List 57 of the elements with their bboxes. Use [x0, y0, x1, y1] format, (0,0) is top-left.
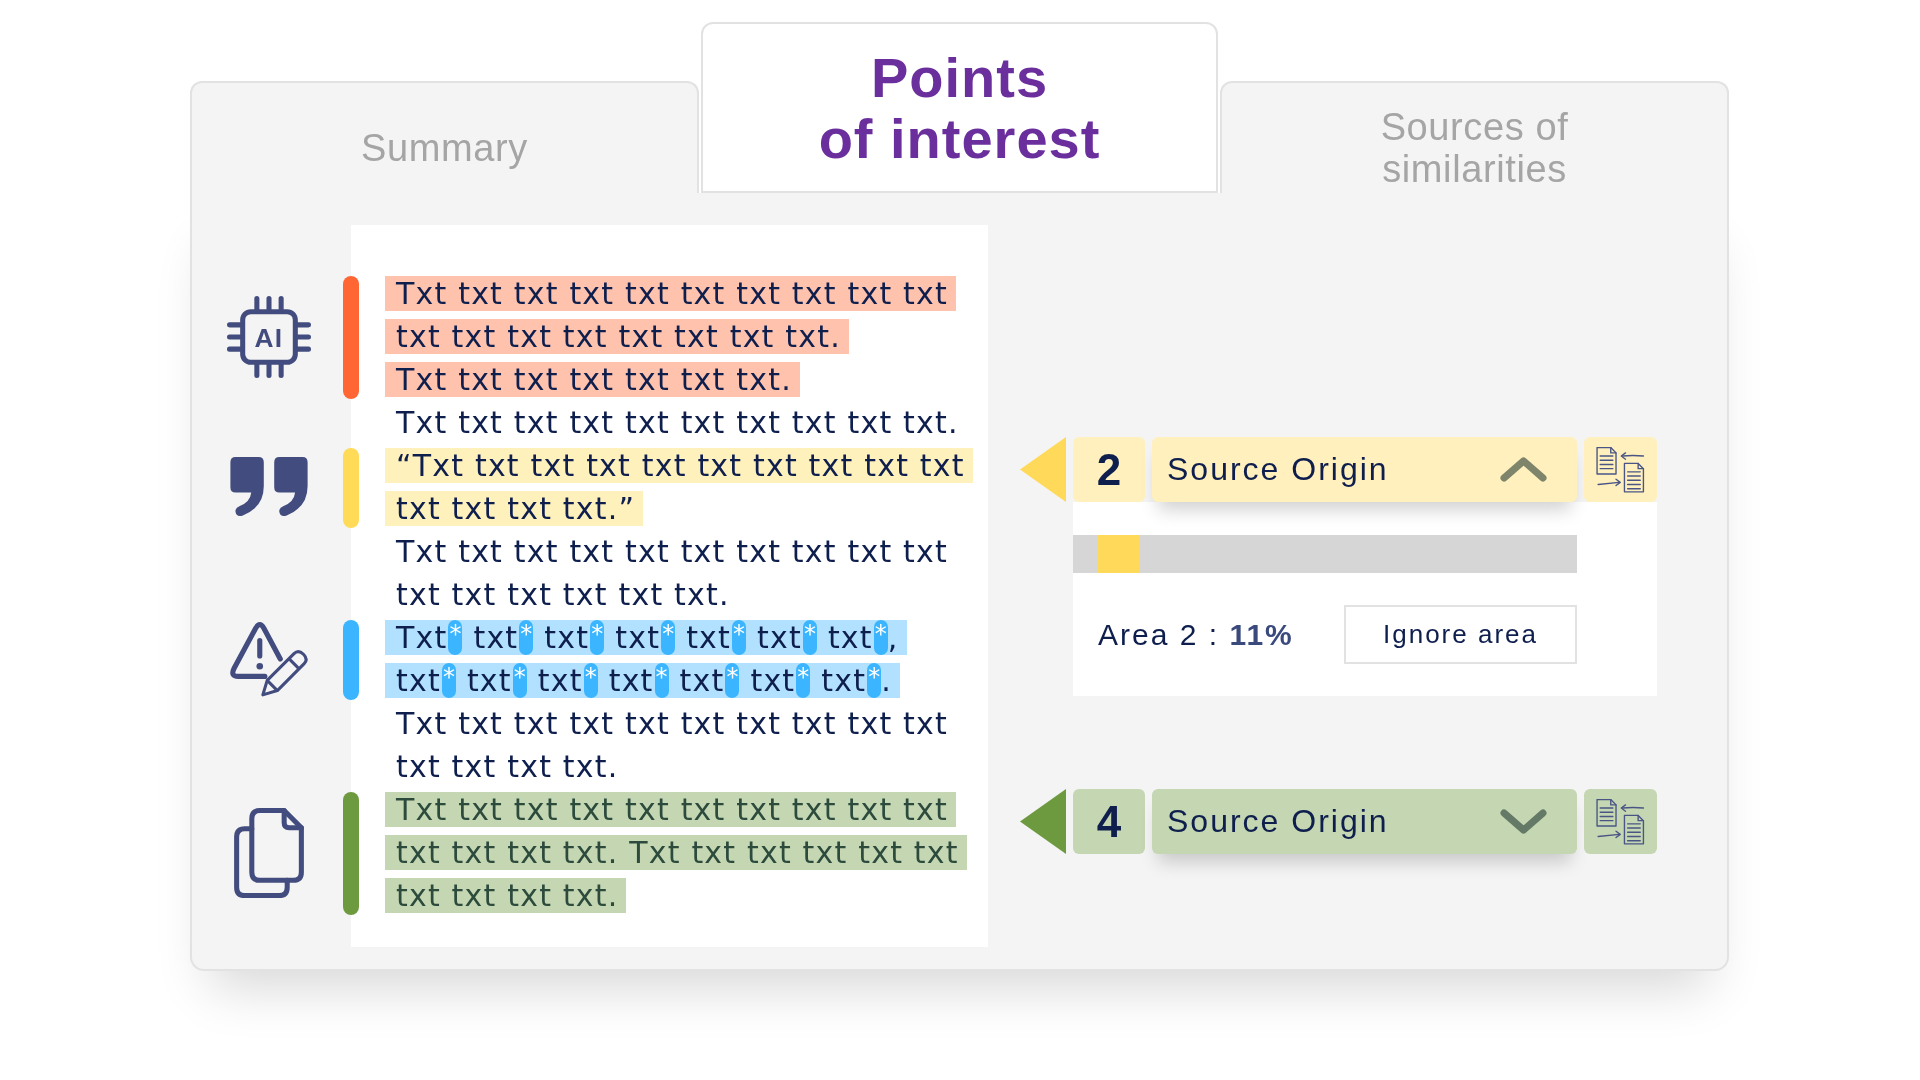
highlighted-text: txt txt txt txt txt txt txt txt.	[385, 319, 849, 354]
highlighted-word: txt	[466, 663, 512, 698]
source-number: 2	[1073, 437, 1145, 502]
body-text: txt txt txt txt.	[396, 749, 619, 784]
copy-documents-icon	[233, 807, 304, 898]
source-title-button[interactable]: Source Origin	[1152, 437, 1577, 502]
body-text: Txt txt txt txt txt txt txt txt txt txt.	[396, 405, 959, 440]
highlighted-text: Txt txt txt txt txt txt txt txt txt txt	[385, 792, 956, 827]
document-swap-icon	[1596, 798, 1645, 845]
highlighted-word: txt	[537, 663, 583, 698]
highlighted-word: txt	[396, 663, 441, 698]
note-marker: *	[661, 620, 676, 655]
highlighted-word: txt	[686, 620, 731, 655]
highlighted-word: txt	[750, 663, 796, 698]
note-marker: *	[867, 663, 882, 698]
highlighted-text: Txt txt txt txt txt txt txt.	[385, 362, 800, 397]
quote-marks-icon	[229, 457, 308, 517]
highlighted-word: txt	[757, 620, 802, 655]
compare-button[interactable]	[1584, 437, 1657, 502]
body-text: Txt txt txt txt txt txt txt txt txt txt	[396, 534, 948, 569]
warning-pencil-icon	[228, 620, 309, 698]
highlighted-word: txt	[821, 663, 867, 698]
highlighted-text: txt txt txt txt.”	[385, 491, 644, 526]
highlighted-word: txt	[544, 620, 590, 655]
highlighted-text: txt txt txt txt. Txt txt txt txt txt txt	[385, 835, 967, 870]
punctuation-text: ,	[887, 620, 899, 655]
source-title-button[interactable]: Source Origin	[1152, 789, 1577, 854]
document-swap-icon	[1596, 446, 1645, 493]
body-text: txt txt txt txt txt txt.	[396, 577, 730, 612]
note-marker: *	[654, 663, 669, 698]
ignore-area-button[interactable]: Ignore area	[1344, 605, 1577, 664]
highlighted-word: txt	[615, 620, 661, 655]
note-marker: *	[583, 663, 598, 698]
highlighted-word: txt	[608, 663, 654, 698]
note-marker: *	[796, 663, 811, 698]
highlighted-text: “Txt txt txt txt txt txt txt txt txt txt	[385, 448, 973, 483]
highlighted-text: txt txt txt txt.	[385, 878, 627, 913]
note-marker: *	[802, 620, 817, 655]
area-share-text: Area 2 : 11%	[1098, 617, 1294, 652]
note-marker: *	[873, 620, 888, 655]
note-marker: *	[448, 620, 463, 655]
note-marker: *	[441, 663, 456, 698]
highlighted-word: Txt	[396, 620, 448, 655]
note-marker: *	[512, 663, 527, 698]
note-marker: *	[519, 620, 534, 655]
highlighted-word: txt	[473, 620, 519, 655]
highlighted-word: txt	[827, 620, 873, 655]
note-marker: *	[590, 620, 605, 655]
highlighted-word: txt	[679, 663, 725, 698]
tab[interactable]: Points of interest	[701, 22, 1218, 193]
punctuation-text: .	[881, 663, 892, 698]
compare-button[interactable]	[1584, 789, 1657, 854]
note-marker: *	[725, 663, 740, 698]
note-marker: *	[732, 620, 746, 655]
source-number: 4	[1073, 789, 1145, 854]
body-text: Txt txt txt txt txt txt txt txt txt txt	[396, 706, 948, 741]
highlighted-text: Txt txt txt txt txt txt txt txt txt txt	[385, 276, 956, 311]
